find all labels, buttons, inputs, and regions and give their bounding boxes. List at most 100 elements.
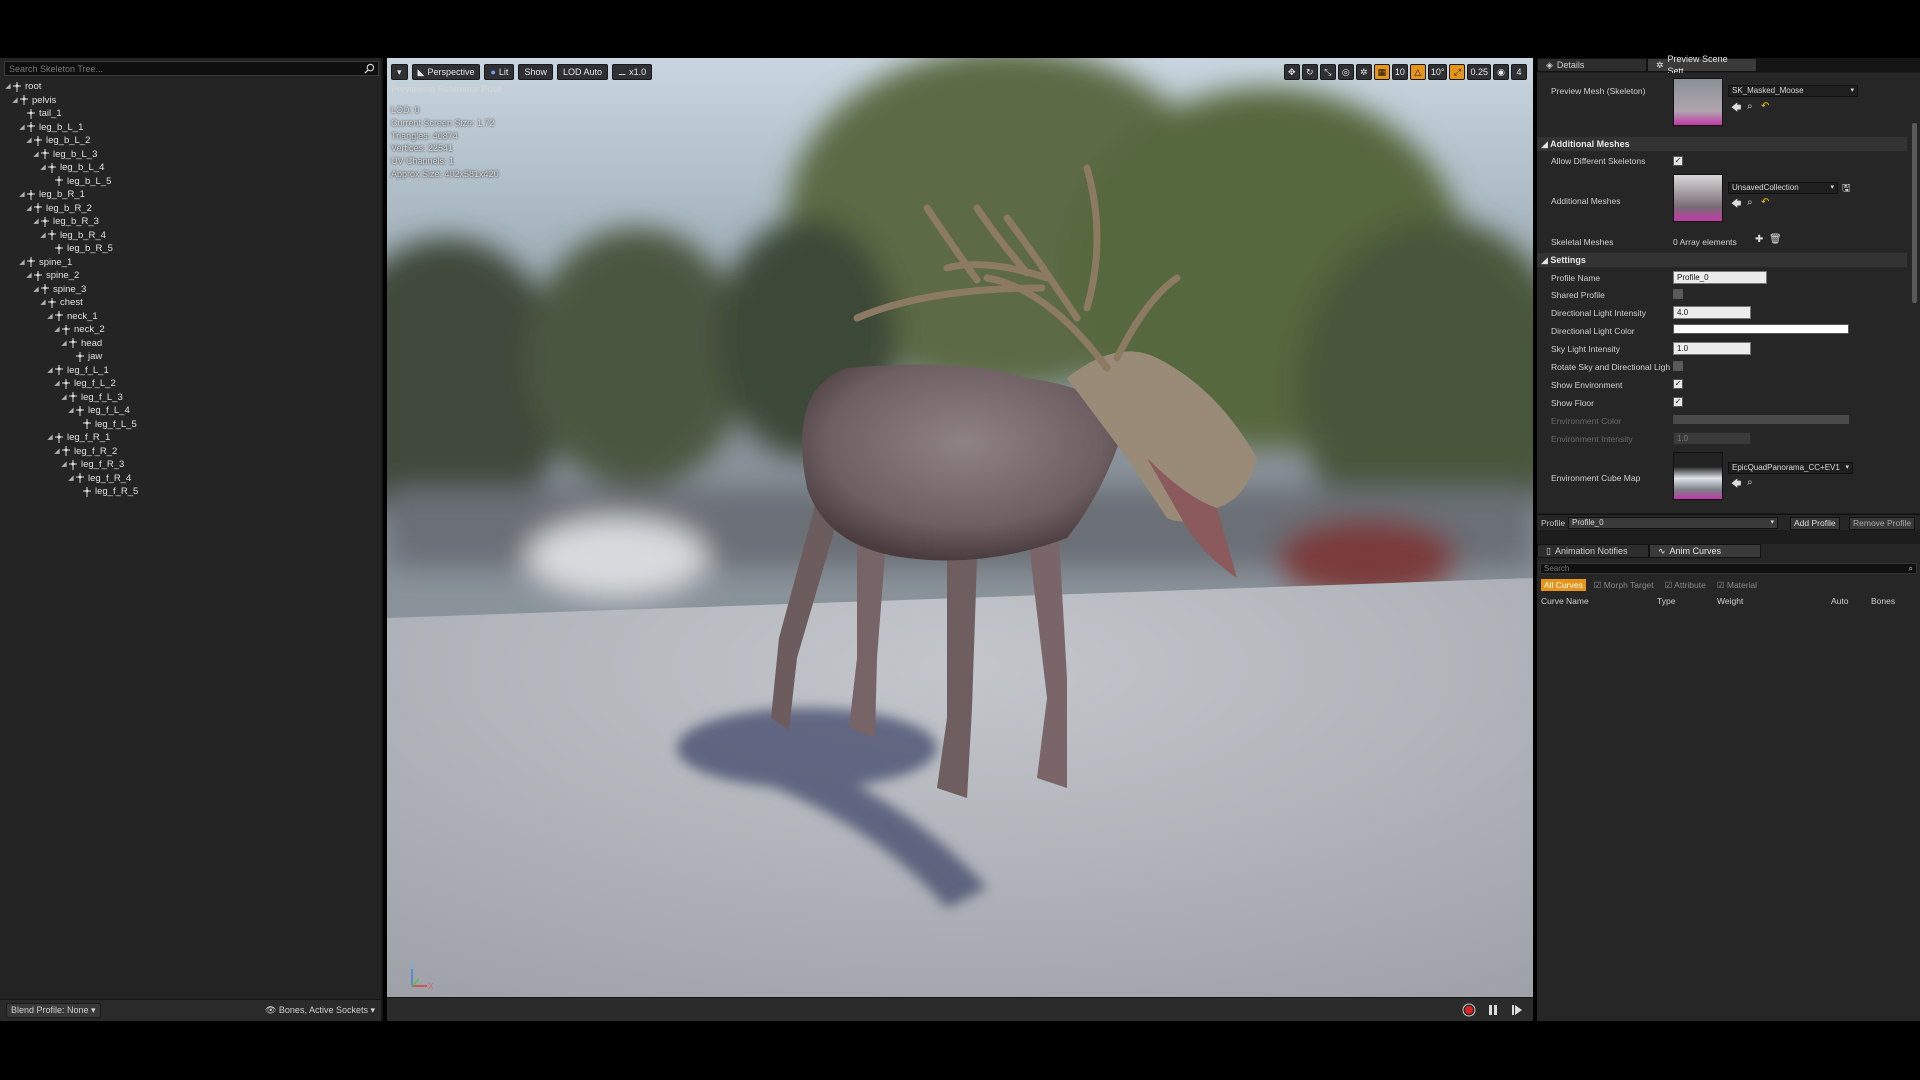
browse-search-icon[interactable]: ⌕	[1747, 477, 1753, 488]
column-header[interactable]: Weight	[1717, 596, 1743, 606]
expand-arrow-icon[interactable]: ◢	[46, 364, 54, 378]
expand-arrow-icon[interactable]: ◢	[53, 445, 61, 459]
bone-row[interactable]: jaw	[4, 350, 379, 364]
camera-speed-value[interactable]: 4	[1511, 64, 1527, 80]
show-env-checkbox[interactable]: ✓	[1673, 379, 1683, 389]
bone-row[interactable]: ◢ leg_b_R_1	[4, 188, 379, 202]
expand-arrow-icon[interactable]: ◢	[60, 391, 68, 405]
world-space-icon[interactable]: ◎	[1337, 64, 1354, 80]
curve-search-box[interactable]: Search ⌕	[1540, 563, 1917, 574]
pause-icon[interactable]	[1485, 1002, 1501, 1018]
expand-arrow-icon[interactable]: ◢	[32, 148, 40, 162]
expand-arrow-icon[interactable]: ◢	[4, 80, 12, 94]
tab-preview-scene-settings[interactable]: ✲ Preview Scene Sett...	[1647, 54, 1757, 76]
additional-meshes-thumbnail[interactable]	[1673, 174, 1723, 222]
bone-row[interactable]: ◢ leg_f_L_1	[4, 364, 379, 378]
bone-row[interactable]: ◢ root	[4, 80, 379, 94]
perspective-button[interactable]: ◣ Perspective	[411, 64, 481, 80]
bone-row[interactable]: ◢ leg_f_R_1	[4, 431, 379, 445]
lod-button[interactable]: LOD Auto	[556, 64, 608, 80]
reset-icon[interactable]: ↶	[1761, 101, 1769, 112]
curve-filter-material[interactable]: ☑ Material	[1714, 579, 1760, 591]
search-icon[interactable]	[364, 63, 375, 74]
bone-row[interactable]: ◢ leg_f_L_3	[4, 391, 379, 405]
browse-search-icon[interactable]: ⌕	[1747, 197, 1753, 208]
skeleton-search-box[interactable]	[4, 61, 379, 76]
expand-arrow-icon[interactable]: ◢	[11, 94, 19, 108]
column-header[interactable]: Curve Name	[1541, 596, 1589, 606]
bone-row[interactable]: ◢ leg_b_R_2	[4, 202, 379, 216]
rotate-sky-checkbox[interactable]	[1673, 361, 1683, 371]
expand-arrow-icon[interactable]: ◢	[18, 256, 26, 270]
bone-row[interactable]: leg_b_L_5	[4, 175, 379, 189]
column-header[interactable]: Auto	[1831, 596, 1849, 606]
bone-row[interactable]: ◢ leg_b_L_3	[4, 148, 379, 162]
scale-snap-icon[interactable]: ⤢	[1449, 64, 1466, 80]
use-selected-arrow-icon[interactable]: 🡄	[1731, 101, 1741, 118]
skeleton-search-input[interactable]	[5, 62, 355, 75]
expand-arrow-icon[interactable]: ◢	[60, 458, 68, 472]
details-scrollbar[interactable]	[1912, 123, 1917, 303]
expand-arrow-icon[interactable]: ◢	[32, 283, 40, 297]
dir-light-color-swatch[interactable]	[1673, 324, 1849, 334]
expand-arrow-icon[interactable]: ◢	[32, 215, 40, 229]
curve-filter-all-curves[interactable]: All Curves	[1541, 579, 1586, 591]
bone-row[interactable]: ◢ leg_b_R_3	[4, 215, 379, 229]
bone-row[interactable]: ◢ head	[4, 337, 379, 351]
expand-arrow-icon[interactable]: ◢	[46, 310, 54, 324]
column-header[interactable]: Type	[1657, 596, 1675, 606]
preview-viewport[interactable]: ▾ ◣ Perspective ● Lit Show LOD Auto ⚊ x1.0 …	[387, 58, 1533, 1021]
preview-mesh-dropdown[interactable]: SK_Masked_Moose ▾	[1728, 85, 1858, 97]
bone-row[interactable]: ◢ neck_1	[4, 310, 379, 324]
expand-arrow-icon[interactable]: ◢	[39, 229, 47, 243]
expand-arrow-icon[interactable]: ◢	[25, 202, 33, 216]
expand-arrow-icon[interactable]: ◢	[53, 377, 61, 391]
bone-row[interactable]: ◢ leg_b_L_2	[4, 134, 379, 148]
dir-light-intensity-input[interactable]: 4.0	[1673, 306, 1751, 319]
sky-light-input[interactable]: 1.0	[1673, 342, 1751, 355]
bone-row[interactable]: ◢ spine_3	[4, 283, 379, 297]
blend-profile-dropdown[interactable]: Blend Profile: None ▾	[6, 1003, 101, 1018]
expand-arrow-icon[interactable]: ◢	[46, 431, 54, 445]
profile-dropdown[interactable]: Profile_0 ▾	[1568, 517, 1778, 529]
tab-details[interactable]: ◈ Details	[1537, 58, 1647, 72]
delete-icon[interactable]: 🗑	[1769, 234, 1782, 245]
expand-arrow-icon[interactable]: ◢	[39, 296, 47, 310]
bone-row[interactable]: ◢ leg_f_L_4	[4, 404, 379, 418]
browse-search-icon[interactable]: ⌕	[1747, 101, 1753, 112]
bone-row[interactable]: leg_f_L_5	[4, 418, 379, 432]
rotation-snap-icon[interactable]: △	[1409, 64, 1426, 80]
bone-row[interactable]: ◢ spine_1	[4, 256, 379, 270]
bone-row[interactable]: ◢ leg_b_R_4	[4, 229, 379, 243]
expand-arrow-icon[interactable]: ◢	[60, 337, 68, 351]
bone-row[interactable]: leg_f_R_5	[4, 485, 379, 499]
scale-icon[interactable]: ⤡	[1319, 64, 1336, 80]
rotation-snap-value[interactable]: 10°	[1427, 64, 1448, 80]
reset-icon[interactable]: ↶	[1761, 197, 1769, 208]
scale-snap-value[interactable]: 0.25	[1467, 64, 1491, 80]
bone-row[interactable]: ◢ leg_b_L_4	[4, 161, 379, 175]
bone-row[interactable]: ◢ chest	[4, 296, 379, 310]
bone-row[interactable]: ◢ leg_f_R_2	[4, 445, 379, 459]
show-floor-checkbox[interactable]: ✓	[1673, 397, 1683, 407]
bone-row[interactable]: ◢ spine_2	[4, 269, 379, 283]
use-selected-arrow-icon[interactable]: 🡄	[1731, 197, 1741, 214]
preview-mesh-thumbnail[interactable]	[1673, 78, 1723, 126]
grid-snap-icon[interactable]: ▦	[1373, 64, 1390, 80]
bone-row[interactable]: ◢ leg_f_L_2	[4, 377, 379, 391]
bone-row[interactable]: tail_1	[4, 107, 379, 121]
grid-snap-value[interactable]: 10	[1391, 64, 1408, 80]
column-header[interactable]: Bones	[1871, 596, 1895, 606]
expand-arrow-icon[interactable]: ◢	[67, 404, 75, 418]
playback-speed-button[interactable]: ⚊ x1.0	[611, 64, 653, 80]
allow-diff-skeletons-checkbox[interactable]: ✓	[1673, 156, 1683, 166]
step-forward-icon[interactable]	[1509, 1002, 1525, 1018]
lit-button[interactable]: ● Lit	[484, 64, 515, 80]
expand-arrow-icon[interactable]: ◢	[25, 134, 33, 148]
tab-animation-notifies[interactable]: ▯ Animation Notifies	[1537, 544, 1649, 558]
bone-row[interactable]: ◢ pelvis	[4, 94, 379, 108]
add-icon[interactable]: ✚	[1755, 234, 1763, 245]
show-button[interactable]: Show	[518, 64, 553, 80]
camera-speed-icon[interactable]: ◉	[1493, 64, 1509, 80]
bone-row[interactable]: ◢ neck_2	[4, 323, 379, 337]
